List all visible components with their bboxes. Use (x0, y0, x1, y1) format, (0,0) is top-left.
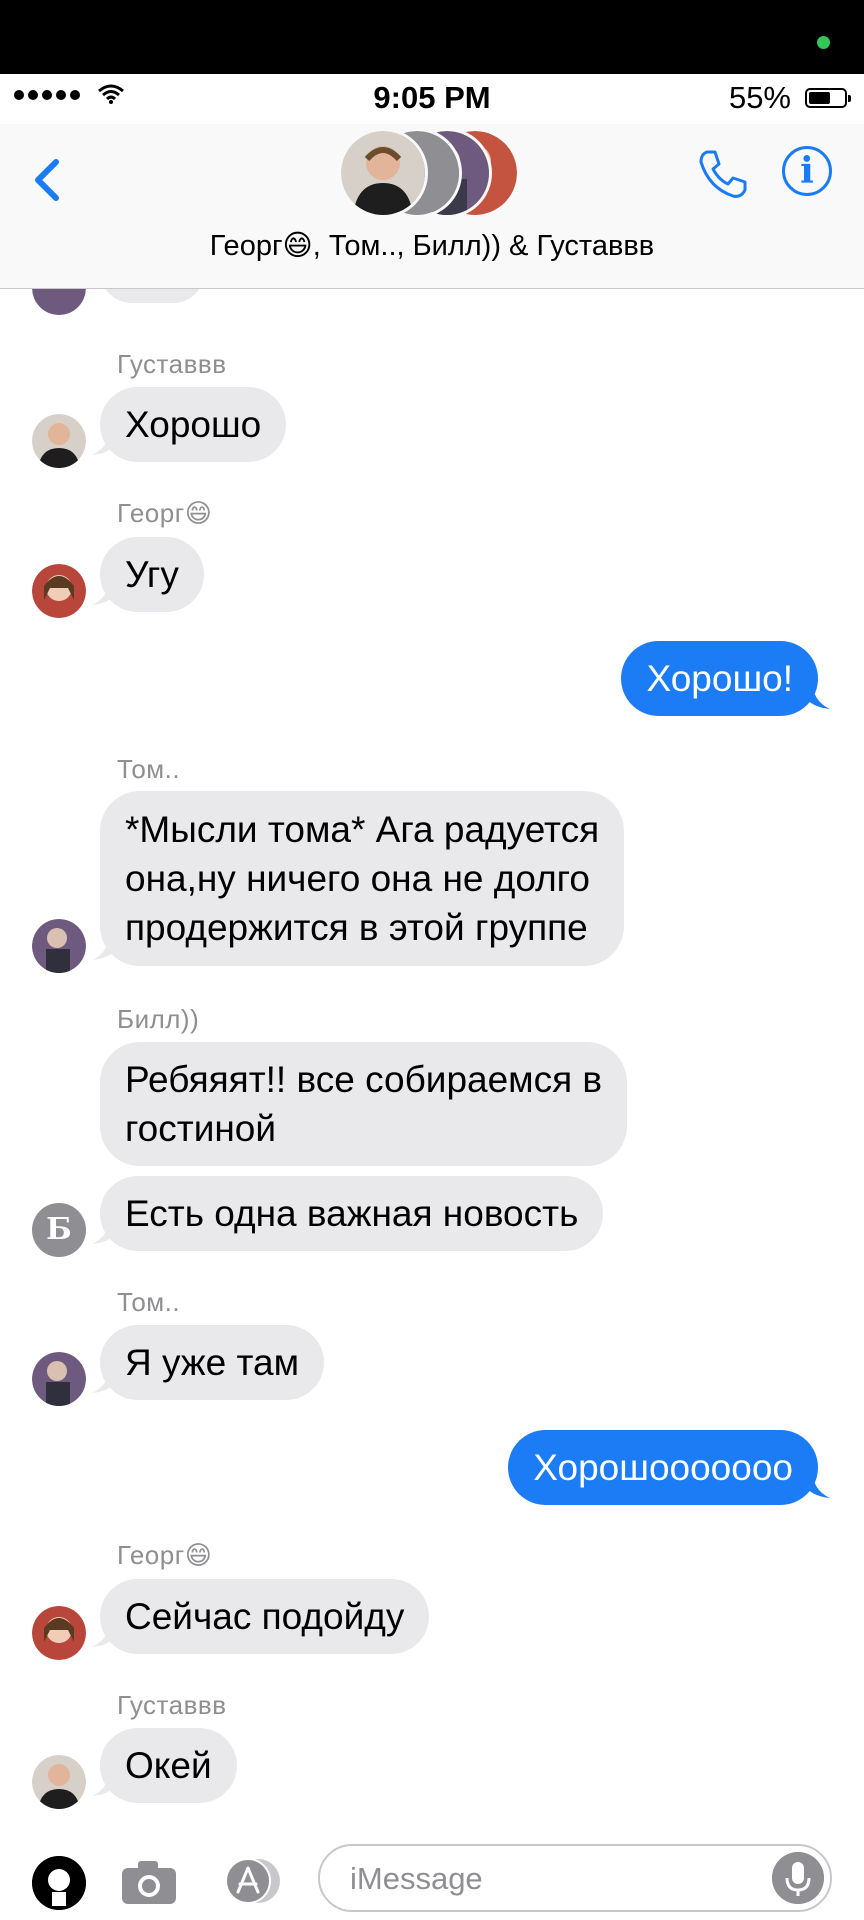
bubble-tail (92, 1766, 118, 1796)
battery-percentage: 55% (728, 80, 791, 115)
group-avatars[interactable] (338, 124, 528, 224)
message-bubble[interactable]: Окей (100, 1728, 237, 1803)
bubble-tail (92, 1363, 118, 1393)
sender-name: Билл)) (117, 1004, 200, 1034)
bubble-tail (92, 930, 118, 960)
message-line: *Мысли тома* Ага радуется (125, 809, 600, 850)
sender-name: Георг😄 (117, 1540, 213, 1570)
bubble-tail (92, 575, 118, 605)
sender-name: Том.. (117, 1287, 181, 1317)
microphone-icon[interactable] (772, 1852, 824, 1904)
message-bubble[interactable]: *Мысли тома* Ага радуется она,ну ничего … (100, 791, 625, 966)
message-input-field[interactable] (318, 1844, 832, 1912)
avatar (32, 564, 86, 618)
bubble-tail (92, 1214, 118, 1244)
avatar (32, 1755, 86, 1809)
avatar (32, 1352, 86, 1406)
avatar (32, 919, 86, 973)
top-system-bar (0, 0, 864, 74)
avatar (32, 289, 86, 315)
message-line: продержится в этой группе (125, 907, 588, 948)
info-icon[interactable]: i (782, 146, 832, 196)
app-store-icon[interactable] (218, 1856, 286, 1906)
message-bubble[interactable]: Сейчас подойду (100, 1579, 430, 1654)
message-list[interactable]: Густаввв Хорошо Георг😄 Угу Хорошо! Том..… (0, 289, 864, 1834)
message-bubble[interactable]: Есть одна важная новость (100, 1176, 604, 1251)
camera-icon[interactable] (118, 1856, 180, 1908)
sender-name: Георг😄 (117, 498, 213, 528)
bubble-tail (804, 679, 830, 709)
status-bar: 9:05 PM 55% (0, 74, 864, 124)
memoji-app-icon[interactable] (32, 1856, 86, 1910)
recording-indicator-icon (817, 36, 830, 49)
message-bubble-outgoing[interactable]: Хорошооооооо (508, 1430, 818, 1505)
phone-icon[interactable] (695, 146, 751, 202)
battery-icon (805, 88, 851, 108)
sender-name: Густаввв (117, 1690, 227, 1720)
message-line: она,ну ничего она не долго (125, 858, 590, 899)
sender-name: Том.. (117, 754, 181, 784)
bubble-tail (804, 1468, 830, 1498)
conversation-header: Георг😄, Том.., Билл)) & Густаввв i (0, 124, 864, 289)
message-bubble[interactable]: Ребяяят!! все собираемся в гостиной (100, 1042, 628, 1166)
avatar (32, 1606, 86, 1660)
avatar (338, 128, 428, 218)
message-line: Ребяяят!! все собираемся в (125, 1059, 603, 1100)
avatar (32, 414, 86, 468)
message-bubble[interactable]: Хорошо (100, 387, 287, 462)
bubble-tail (92, 1617, 118, 1647)
avatar: Б (32, 1203, 86, 1257)
message-bubble[interactable]: Я уже там (100, 1325, 325, 1400)
message-bubble-partial[interactable] (100, 289, 205, 303)
message-input[interactable] (348, 1846, 752, 1912)
message-bubble-outgoing[interactable]: Хорошо! (621, 641, 818, 716)
group-name[interactable]: Георг😄, Том.., Билл)) & Густаввв (0, 228, 864, 263)
message-line: гостиной (125, 1108, 277, 1149)
sender-name: Густаввв (117, 349, 227, 379)
bubble-tail (92, 425, 118, 455)
chevron-left-icon[interactable] (24, 148, 74, 208)
compose-bar (0, 1834, 864, 1920)
